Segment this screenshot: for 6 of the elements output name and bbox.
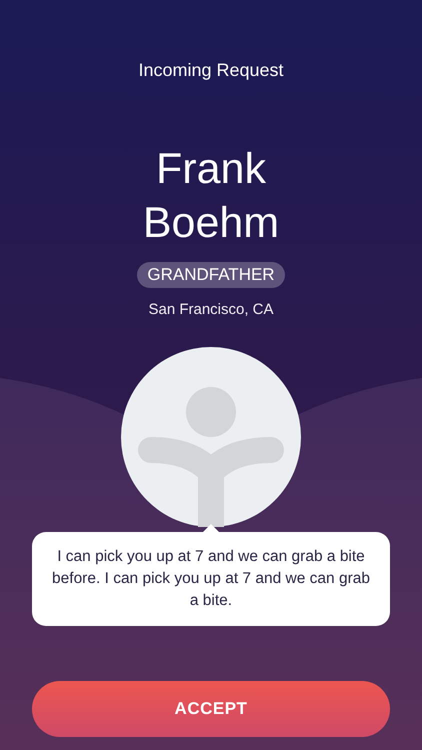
message-text: I can pick you up at 7 and we can grab a bite before. I can pick you up at 7 and we can grab a bite. xyxy=(51,547,371,611)
relation-badge: GRANDFATHER xyxy=(137,262,285,288)
contact-name: Frank Boehm xyxy=(142,144,280,249)
accept-button[interactable]: ACCEPT xyxy=(32,681,390,737)
screen-title: Incoming Request xyxy=(138,59,284,82)
contact-location: San Francisco, CA xyxy=(148,300,274,320)
